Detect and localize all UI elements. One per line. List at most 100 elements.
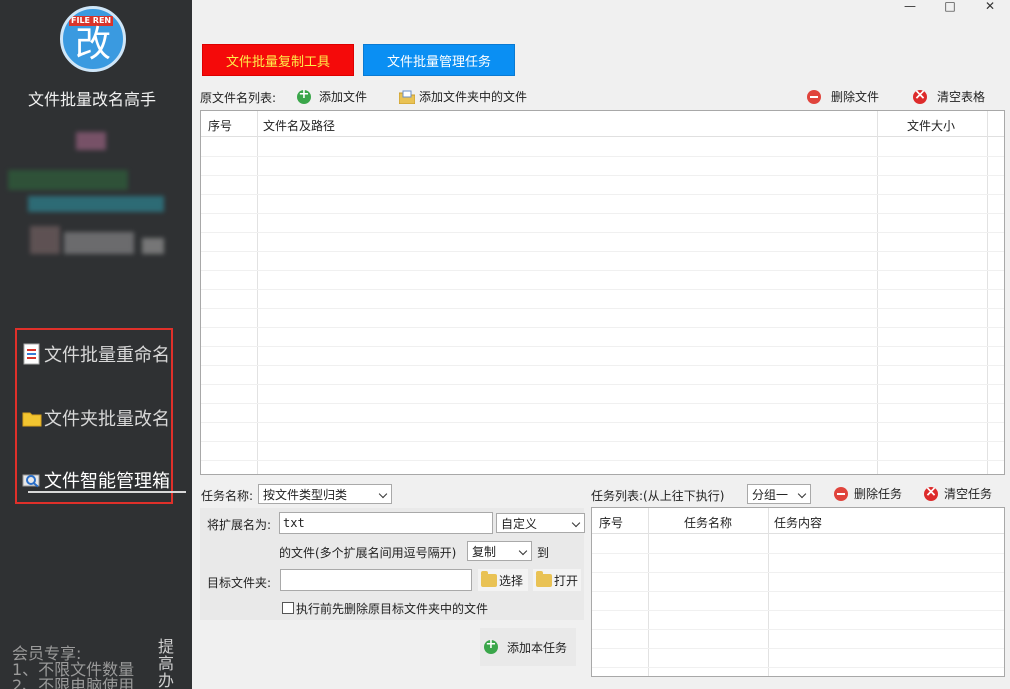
action-select[interactable]: 复制 xyxy=(467,541,532,561)
nav-item-file-rename[interactable]: 文件批量重命名 xyxy=(22,340,170,368)
delete-before-label: 执行前先删除原目标文件夹中的文件 xyxy=(296,602,489,616)
open-folder-label: 打开 xyxy=(554,573,579,588)
clear-icon xyxy=(924,484,938,501)
maximize-button[interactable]: □ xyxy=(930,0,970,12)
grid-row-line xyxy=(201,422,1004,423)
grid-row-line xyxy=(592,553,1004,554)
grid-row-line xyxy=(201,327,1004,328)
file-list-table[interactable]: 序号 文件名及路径 文件大小 xyxy=(200,110,1005,475)
grid-row-line xyxy=(592,648,1004,649)
column-header-task-name[interactable]: 任务名称 xyxy=(684,514,732,531)
grid-row-line xyxy=(201,460,1004,461)
column-header-task-content[interactable]: 任务内容 xyxy=(774,514,822,531)
add-file-button[interactable]: 添加文件 xyxy=(297,87,367,105)
grid-row-line xyxy=(592,572,1004,573)
grid-row-line xyxy=(592,610,1004,611)
grid-row-line xyxy=(592,629,1004,630)
grid-row-line xyxy=(201,289,1004,290)
blurred-user-info xyxy=(30,226,60,254)
file-table-header: 序号 文件名及路径 文件大小 xyxy=(201,111,1004,137)
grid-row-line xyxy=(201,346,1004,347)
chevron-down-icon xyxy=(571,518,581,528)
folder-add-icon xyxy=(398,90,416,104)
column-header-path[interactable]: 文件名及路径 xyxy=(263,117,335,134)
app-logo: FILE REN 改 xyxy=(60,6,126,72)
column-header-size[interactable]: 文件大小 xyxy=(907,117,955,134)
task-list-label: 任务列表:(从上往下执行) xyxy=(591,489,725,503)
task-name-label: 任务名称: xyxy=(201,489,254,503)
grid-row-line xyxy=(201,403,1004,404)
logo-char: 改 xyxy=(74,24,111,65)
blurred-user-info xyxy=(142,238,164,254)
grid-row-line xyxy=(201,384,1004,385)
grid-row-line xyxy=(201,194,1004,195)
sidebar: FILE REN 改 文件批量改名高手 文件批量重命名 文件夹批量改名 文件智能… xyxy=(0,0,192,689)
delete-task-button[interactable]: 删除任务 xyxy=(834,485,902,502)
nav-item-file-manager[interactable]: 文件智能管理箱 xyxy=(22,466,170,494)
delete-before-checkbox[interactable] xyxy=(282,602,294,614)
folder-icon xyxy=(22,407,42,429)
delete-file-button[interactable]: 删除文件 xyxy=(807,88,879,105)
grid-row-line xyxy=(201,270,1004,271)
nav-item-label: 文件夹批量改名 xyxy=(44,409,170,430)
choose-folder-button[interactable]: 选择 xyxy=(478,569,528,591)
task-name-select[interactable]: 按文件类型归类 xyxy=(258,484,392,504)
grid-row-line xyxy=(592,667,1004,668)
action-value: 复制 xyxy=(472,545,497,559)
minimize-button[interactable]: — xyxy=(890,0,930,12)
remove-icon xyxy=(807,89,821,104)
manager-icon xyxy=(22,469,42,491)
chevron-down-icon xyxy=(797,489,807,499)
add-icon xyxy=(484,637,498,654)
file-copy-tool-button[interactable]: 文件批量复制工具 xyxy=(202,44,354,76)
target-folder-input[interactable] xyxy=(280,569,472,591)
column-header-index[interactable]: 序号 xyxy=(599,514,623,531)
add-task-button[interactable]: 添加本任务 xyxy=(480,628,576,666)
clear-tasks-label: 清空任务 xyxy=(944,487,993,501)
grid-row-line xyxy=(201,441,1004,442)
grid-row-line xyxy=(201,365,1004,366)
column-header-index[interactable]: 序号 xyxy=(208,117,232,134)
chevron-down-icon xyxy=(518,546,528,556)
column-divider xyxy=(768,508,769,676)
target-folder-label: 目标文件夹: xyxy=(207,576,272,590)
grid-row-line xyxy=(592,591,1004,592)
grid-row-line xyxy=(201,308,1004,309)
nav-item-folder-rename[interactable]: 文件夹批量改名 xyxy=(22,404,170,432)
close-button[interactable]: ✕ xyxy=(970,0,1010,12)
clear-tasks-button[interactable]: 清空任务 xyxy=(924,484,993,502)
add-icon xyxy=(297,87,311,104)
column-divider xyxy=(257,111,258,474)
blurred-user-info xyxy=(64,232,134,254)
add-folder-files-button[interactable]: 添加文件夹中的文件 xyxy=(398,88,528,105)
member-benefits: 会员专享: 1、不限文件数量 2、不限电脑使用 xyxy=(12,644,135,689)
remove-icon xyxy=(834,486,848,501)
delete-task-label: 删除任务 xyxy=(854,487,903,501)
task-table-header: 序号 任务名称 任务内容 xyxy=(592,508,1004,534)
chevron-down-icon xyxy=(378,489,388,499)
clear-table-button[interactable]: 清空表格 xyxy=(913,87,985,105)
grid-row-line xyxy=(201,251,1004,252)
nav-item-label: 文件批量重命名 xyxy=(44,345,170,366)
add-folder-files-label: 添加文件夹中的文件 xyxy=(419,90,528,104)
blurred-user-info xyxy=(8,170,128,190)
vertical-slogan: 提高办公 xyxy=(158,637,175,689)
open-folder-button[interactable]: 打开 xyxy=(533,569,581,591)
blurred-user-info xyxy=(28,196,164,212)
files-description-label: 的文件(多个扩展名间用逗号隔开) xyxy=(279,546,457,560)
extension-label: 将扩展名为: xyxy=(207,518,272,532)
nav-item-label: 文件智能管理箱 xyxy=(44,471,170,492)
task-group-select[interactable]: 分组一 xyxy=(747,484,811,504)
column-divider xyxy=(648,508,649,676)
app-title: 文件批量改名高手 xyxy=(27,90,156,109)
task-list-table[interactable]: 序号 任务名称 任务内容 xyxy=(591,507,1005,677)
file-manage-task-button[interactable]: 文件批量管理任务 xyxy=(363,44,515,76)
column-divider xyxy=(877,111,878,474)
close-icon: ✕ xyxy=(984,0,996,13)
grid-row-line xyxy=(201,232,1004,233)
extension-mode-select[interactable]: 自定义 xyxy=(496,513,585,533)
grid-row-line xyxy=(201,213,1004,214)
extension-input[interactable]: txt xyxy=(279,512,493,534)
to-label: 到 xyxy=(537,546,550,560)
file-list-label: 原文件名列表: xyxy=(200,91,277,105)
